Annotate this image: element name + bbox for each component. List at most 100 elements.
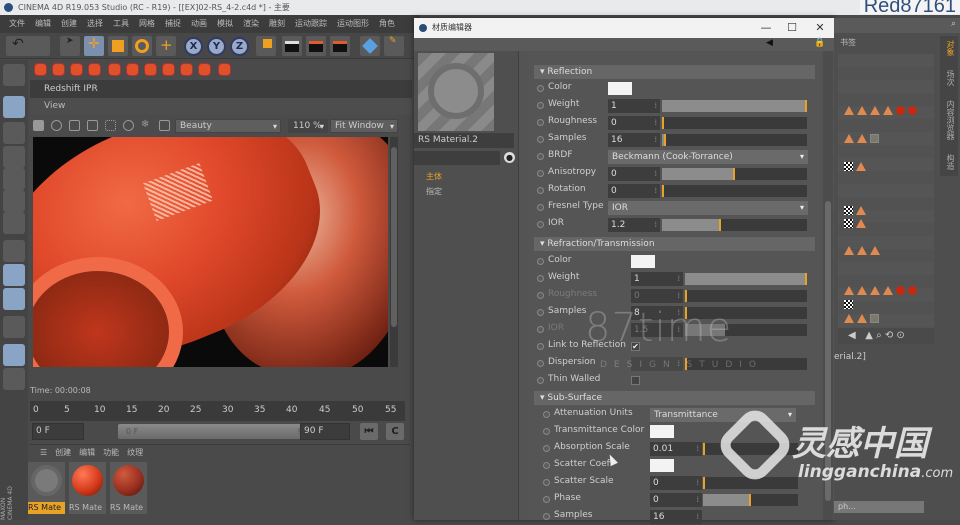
planar-workplane-icon[interactable] [3,368,25,390]
reflection-section-header[interactable]: ▾ Reflection [534,65,815,79]
scroll-thumb[interactable] [391,147,397,327]
refresh-icon[interactable] [51,120,62,131]
scatter-coeff-swatch[interactable] [650,459,674,472]
anim-dot-icon[interactable] [537,309,544,316]
polygons-mode-icon[interactable] [3,212,25,234]
refl-roughness-slider[interactable] [662,117,807,129]
tab-main[interactable]: 主体 [426,171,442,182]
stop-icon[interactable] [33,120,44,131]
menu-select[interactable]: 选择 [82,15,108,33]
anim-dot-icon[interactable] [537,360,544,367]
rs-material-icon[interactable] [108,63,121,76]
snap-magnet-icon[interactable] [3,316,25,338]
close-button[interactable]: ✕ [808,18,832,38]
model-mode-icon[interactable] [3,64,25,86]
refl-rotation-slider[interactable] [662,185,807,197]
anim-dot-icon[interactable] [543,411,550,418]
maximize-button[interactable]: ☐ [780,18,804,38]
workplane-icon[interactable] [3,146,25,168]
material-swatch[interactable]: RS Mate [28,462,65,514]
menu-render[interactable]: 渲染 [238,15,264,33]
refr-roughness-input[interactable]: 0 [631,289,683,303]
anim-dot-icon[interactable] [537,85,544,92]
material-swatch[interactable]: RS Mate [110,462,147,514]
brdf-select[interactable]: Beckmann (Cook-Torrance) [608,150,808,164]
refr-weight-slider[interactable] [685,273,807,285]
anim-dot-icon[interactable] [543,513,550,520]
region-icon[interactable] [159,120,170,131]
tab-content-browser[interactable]: 内容浏览器 [942,100,956,140]
menu-character[interactable]: 角色 [374,15,400,33]
menu-create[interactable]: 创建 [56,15,82,33]
scale-tool-button[interactable] [108,36,128,56]
back-arrow-icon[interactable]: ◀ [766,38,773,48]
start-frame-field[interactable]: 0 F [32,423,84,440]
menu-tools[interactable]: 工具 [108,15,134,33]
refl-samples-input[interactable]: 16 [608,133,660,147]
rs-dome-icon[interactable] [162,63,175,76]
anim-dot-icon[interactable] [537,102,544,109]
axis-mode-icon[interactable] [3,240,25,262]
rs-object-icon[interactable] [88,63,101,76]
menu-mograph[interactable]: 运动图形 [332,15,374,33]
object-tag-list[interactable] [838,54,934,344]
mat-menu-texture[interactable]: 纹理 [127,445,143,460]
refr-roughness-slider[interactable] [685,290,807,302]
anim-dot-icon[interactable] [543,479,550,486]
object-mode-icon[interactable] [3,96,25,118]
snapshot-camera-icon[interactable] [87,120,98,131]
anim-dot-icon[interactable] [537,258,544,265]
solo-mode-icon[interactable] [3,288,25,310]
refl-roughness-input[interactable]: 0 [608,116,660,130]
y-axis-toggle[interactable]: Y [207,37,226,56]
anim-dot-icon[interactable] [537,326,544,333]
aov-select[interactable]: Beauty [175,119,281,133]
tag-row[interactable] [844,204,866,216]
loop-button[interactable]: C [386,423,404,440]
menu-icon[interactable]: ☰ [40,445,47,460]
rs-tool-icon[interactable] [34,63,47,76]
tag-row[interactable] [844,298,853,310]
anim-dot-icon[interactable] [543,445,550,452]
minimize-button[interactable]: — [754,18,778,38]
menu-simulate[interactable]: 模拟 [212,15,238,33]
goto-start-button[interactable]: ⏮ [360,423,378,440]
grid-icon[interactable] [105,120,116,131]
lock-icon[interactable] [69,120,80,131]
tag-row[interactable] [844,160,866,172]
anim-dot-icon[interactable] [543,462,550,469]
ipr-render-view[interactable] [33,137,388,367]
phase-input[interactable]: 0 [650,493,702,507]
anim-dot-icon[interactable] [537,119,544,126]
tab-assign[interactable]: 指定 [426,186,442,197]
select-tool-button[interactable]: ➤ [60,36,80,56]
undo-button[interactable]: ↶ [6,36,50,56]
menu-edit[interactable]: 编辑 [30,15,56,33]
refl-ior-input[interactable]: 1.2 [608,218,660,232]
refl-weight-input[interactable]: 1 [608,99,660,113]
anim-dot-icon[interactable] [537,292,544,299]
search-icon[interactable]: ⌕ [951,19,956,29]
menu-animate[interactable]: 动画 [186,15,212,33]
rs-aov-icon[interactable] [180,63,193,76]
refl-ior-slider[interactable] [662,219,807,231]
render-picture-viewer-button[interactable] [306,36,326,56]
rotate-tool-button[interactable] [132,36,152,56]
pen-tool-button[interactable]: ✎ [384,36,404,56]
anim-dot-icon[interactable] [543,496,550,503]
material-channel-select[interactable] [414,151,500,165]
transmittance-color-swatch[interactable] [650,425,674,438]
refr-color-swatch[interactable] [631,255,655,268]
lock-workplane-icon[interactable] [3,344,25,366]
rs-camera-icon[interactable] [70,63,83,76]
texture-mode-icon[interactable] [3,122,25,144]
anim-dot-icon[interactable] [537,153,544,160]
render-settings-button[interactable] [330,36,350,56]
material-swatch[interactable]: RS Mate [69,462,106,514]
menu-sculpt[interactable]: 雕刻 [264,15,290,33]
mat-menu-edit[interactable]: 编辑 [79,445,95,460]
anim-dot-icon[interactable] [543,428,550,435]
anim-dot-icon[interactable] [537,377,544,384]
lock-icon[interactable]: 🔒 [814,38,825,48]
refr-weight-input[interactable]: 1 [631,272,683,286]
